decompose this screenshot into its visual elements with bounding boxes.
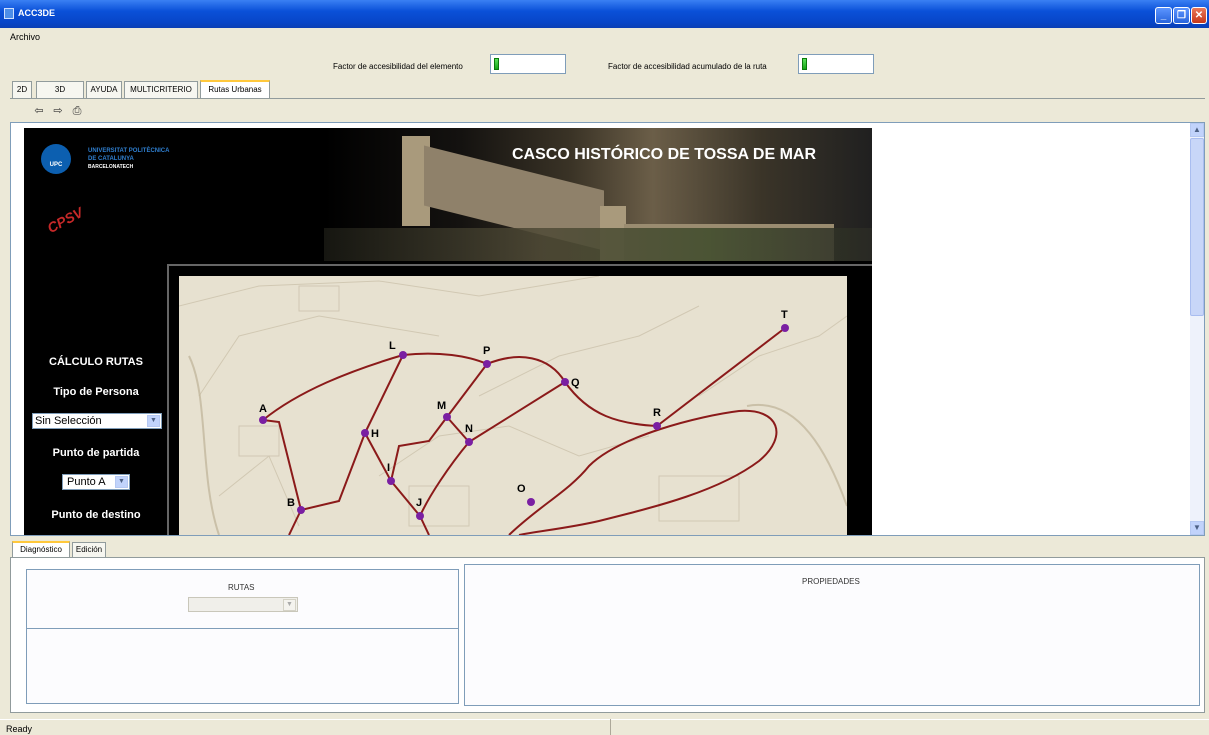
route-segment [486, 356, 566, 383]
upc-name-line3: BARCELONATECH [88, 164, 134, 170]
web-page: CASCO HISTÓRICO DE TOSSA DE MAR UPC UNIV… [24, 128, 872, 535]
route-node-r[interactable] [653, 422, 661, 430]
tab-divider [10, 98, 1205, 99]
menu-bar [0, 30, 1209, 44]
punto-partida-select[interactable]: Punto A ▼ [62, 474, 130, 490]
status-text: Ready [6, 724, 33, 734]
route-node-b[interactable] [297, 506, 305, 514]
upc-name-line2: DE CATALUNYA [88, 156, 134, 162]
route-segment [288, 509, 302, 535]
close-button[interactable]: ✕ [1191, 7, 1207, 24]
app-icon [4, 8, 14, 19]
route-segment [262, 419, 302, 511]
route-node-a[interactable] [259, 416, 267, 424]
propiedades-label: PROPIEDADES [802, 577, 860, 586]
tab-edicion[interactable]: Edición [72, 542, 106, 557]
route-node-j[interactable] [416, 512, 424, 520]
chevron-down-icon[interactable]: ▼ [283, 599, 296, 611]
route-segment [656, 327, 786, 427]
route-node-label: H [371, 428, 379, 440]
route-accessibility-meter [798, 54, 874, 74]
route-segment [446, 363, 488, 418]
tab-multicriterio[interactable]: MULTICRITERIO [124, 81, 198, 98]
maximize-button[interactable]: ❐ [1173, 7, 1190, 24]
forward-icon[interactable]: ⇨ [51, 104, 65, 118]
rutas-details-box [26, 628, 459, 704]
route-segment [300, 432, 366, 511]
route-paths [262, 327, 786, 535]
route-node-label: Q [571, 377, 580, 389]
route-segment [508, 409, 778, 535]
browser-toolbar [10, 101, 1205, 123]
route-node-t[interactable] [781, 324, 789, 332]
route-node-o[interactable] [527, 498, 535, 506]
map-background-streets [179, 276, 847, 527]
chevron-down-icon[interactable]: ▼ [115, 476, 128, 488]
route-node-label: N [465, 423, 473, 435]
rutas-select[interactable]: ▼ [188, 597, 298, 612]
tab-3d[interactable]: 3D [36, 81, 84, 98]
tipo-persona-select[interactable]: Sin Selección ▼ [32, 413, 162, 429]
route-node-label: L [389, 340, 396, 352]
tab-ayuda[interactable]: AYUDA [86, 81, 122, 98]
print-icon[interactable]: ⎙ [70, 104, 84, 118]
calculo-rutas-heading: CÁLCULO RUTAS [49, 356, 143, 368]
cpsv-logo: CPSV [44, 203, 86, 237]
route-segment [402, 352, 488, 365]
route-node-label: T [781, 309, 788, 321]
route-node-p[interactable] [483, 360, 491, 368]
tab-2d[interactable]: 2D [12, 81, 32, 98]
title-bar [0, 0, 1209, 28]
route-segment [262, 354, 404, 421]
route-node-label: M [437, 400, 446, 412]
upc-logo: UPC [41, 144, 71, 174]
scroll-down-icon[interactable]: ▼ [1190, 521, 1204, 535]
route-node-label: P [483, 345, 490, 357]
scroll-up-icon[interactable]: ▲ [1190, 123, 1204, 137]
scrollbar-thumb[interactable] [1190, 138, 1204, 316]
route-node-m[interactable] [443, 413, 451, 421]
route-node-h[interactable] [361, 429, 369, 437]
route-node-label: I [387, 462, 390, 474]
route-segment [364, 354, 404, 434]
back-icon[interactable]: ⇦ [32, 104, 46, 118]
route-accessibility-label: Factor de accesibilidad acumulado de la … [608, 62, 767, 71]
punto-destino-label: Punto de destino [51, 509, 141, 521]
route-node-label: A [259, 403, 267, 415]
punto-partida-label: Punto de partida [52, 447, 140, 459]
punto-partida-value: Punto A [67, 476, 106, 488]
status-separator [610, 719, 611, 735]
tipo-persona-value: Sin Selección [35, 415, 102, 427]
route-node-label: R [653, 407, 661, 419]
route-node-q[interactable] [561, 378, 569, 386]
route-node-label: J [416, 497, 422, 509]
menu-archivo[interactable]: Archivo [10, 32, 40, 42]
route-map[interactable]: A B H I J L M N O P Q R T [179, 276, 847, 535]
route-node-label: B [287, 497, 295, 509]
element-accessibility-meter [490, 54, 566, 74]
status-bar [0, 719, 1209, 735]
route-node-i[interactable] [387, 477, 395, 485]
tipo-persona-label: Tipo de Persona [53, 386, 139, 398]
minimize-button[interactable]: _ [1155, 7, 1172, 24]
route-node-l[interactable] [399, 351, 407, 359]
tab-rutas-urbanas[interactable]: Rutas Urbanas [200, 80, 270, 98]
route-node-n[interactable] [465, 438, 473, 446]
window-title: ACC3DE [18, 8, 56, 18]
element-accessibility-label: Factor de accesibilidad del elemento [333, 62, 463, 71]
route-segment [419, 441, 470, 517]
banner-ground [324, 228, 872, 261]
chevron-down-icon[interactable]: ▼ [147, 415, 160, 427]
route-node-label: O [517, 483, 526, 495]
tab-diagnostico[interactable]: Diagnóstico [12, 541, 70, 557]
route-map-svg[interactable]: A B H I J L M N O P Q R T [179, 276, 847, 535]
banner-title: CASCO HISTÓRICO DE TOSSA DE MAR [512, 146, 817, 163]
route-segment [468, 381, 566, 443]
upc-name-line1: UNIVERSITAT POLITÈCNICA [88, 148, 170, 154]
rutas-label: RUTAS [228, 583, 255, 592]
